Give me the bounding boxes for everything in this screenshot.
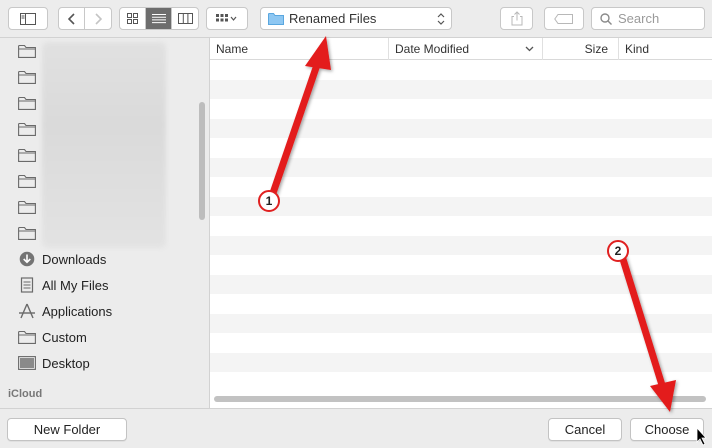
back-button[interactable] [59,8,85,29]
column-label: Kind [625,42,650,56]
folder-icon [18,199,36,215]
column-label: Size [584,42,608,56]
share-icon [511,11,522,26]
annotation-badge-1: 1 [258,190,280,212]
table-row [210,333,712,353]
tag-button[interactable] [544,7,584,30]
table-row [210,79,712,99]
icon-view-button[interactable] [120,8,146,29]
table-row [210,294,712,314]
folder-icon [18,69,36,85]
folder-icon [268,13,284,25]
annotation-badge-2: 2 [607,240,629,262]
folder-icon [18,43,36,59]
horizontal-scrollbar[interactable] [214,396,706,402]
sidebar-item-all-my-files[interactable]: All My Files [0,272,200,298]
sidebar-section-icloud: iCloud [8,388,43,400]
folder-icon [18,329,36,345]
chevron-down-icon [525,46,534,52]
location-popup[interactable]: Renamed Files [260,7,452,30]
sidebar-item-folder[interactable] [0,64,200,90]
arrange-button[interactable] [206,7,248,30]
search-field[interactable]: Search [591,7,705,30]
sidebar-item-folder[interactable] [0,220,200,246]
table-row [210,177,712,197]
column-view-button[interactable] [172,8,198,29]
sidebar-item-folder[interactable] [0,90,200,116]
cancel-button[interactable]: Cancel [548,418,622,441]
table-row [210,352,712,372]
sidebar-item-folder[interactable] [0,168,200,194]
table-row [210,118,712,138]
table-row [210,157,712,177]
tag-icon [554,13,573,24]
chevron-right-icon [95,12,102,25]
updown-chevron-icon [437,11,445,28]
sidebar-item-label: Downloads [42,251,107,267]
share-button[interactable] [500,7,533,30]
search-placeholder: Search [618,11,660,26]
table-row [210,372,712,392]
folder-icon [18,225,36,241]
list-view-button[interactable] [146,8,172,29]
location-label: Renamed Files [289,11,377,26]
column-header-size[interactable]: Size [543,38,619,60]
file-list: Name Date Modified Size Kind [210,38,712,408]
list-header: Name Date Modified Size Kind [210,38,712,60]
sidebar-item-label: Desktop [42,355,90,371]
sidebar-item-folder[interactable] [0,116,200,142]
table-row [210,60,712,80]
sidebar-item-folder[interactable] [0,142,200,168]
folder-icon [18,121,36,137]
new-folder-button[interactable]: New Folder [7,418,127,441]
sidebar-item-applications[interactable]: Applications [0,298,200,324]
column-header-date-modified[interactable]: Date Modified [389,38,543,60]
list-view-icon [151,14,166,24]
view-mode-group [119,7,199,30]
search-icon [600,12,612,25]
arrange-grid-icon [216,13,237,21]
sidebar: Downloads All My Files Applications Cust… [0,38,210,408]
sidebar-item-folder[interactable] [0,38,200,64]
table-row [210,313,712,333]
applications-icon [18,303,36,319]
table-row [210,138,712,158]
bottom-bar: New Folder Cancel Choose [0,408,712,448]
back-forward-group [58,7,112,30]
forward-button[interactable] [85,8,111,29]
icon-view-icon [127,13,138,24]
folder-icon [18,95,36,111]
sidebar-scrollbar[interactable] [199,102,205,220]
table-row [210,196,712,216]
sidebar-item-label: Custom [42,329,87,345]
sidebar-item-label: All My Files [42,277,109,293]
column-header-name[interactable]: Name [210,38,389,60]
sidebar-item-downloads[interactable]: Downloads [0,246,200,272]
sidebar-item-desktop[interactable]: Desktop [0,350,200,376]
sidebar-item-custom[interactable]: Custom [0,324,200,350]
toolbar: Renamed Files Search [0,0,712,38]
column-view-icon [177,13,193,24]
all-files-icon [18,277,36,293]
table-row [210,99,712,119]
desktop-icon [18,355,36,371]
table-row [210,216,712,236]
folder-icon [18,147,36,163]
folder-icon [18,173,36,189]
column-label: Date Modified [395,42,470,56]
sidebar-icon [20,12,36,25]
sidebar-item-folder[interactable] [0,194,200,220]
column-header-kind[interactable]: Kind [619,38,712,60]
sidebar-item-label: Applications [42,303,113,319]
choose-button[interactable]: Choose [630,418,704,441]
column-label: Name [216,42,249,56]
table-row [210,255,712,275]
chevron-left-icon [67,12,75,25]
empty-rows [210,60,712,398]
table-row [210,235,712,255]
download-icon [18,251,36,267]
sidebar-toggle-button[interactable] [8,7,48,30]
table-row [210,274,712,294]
